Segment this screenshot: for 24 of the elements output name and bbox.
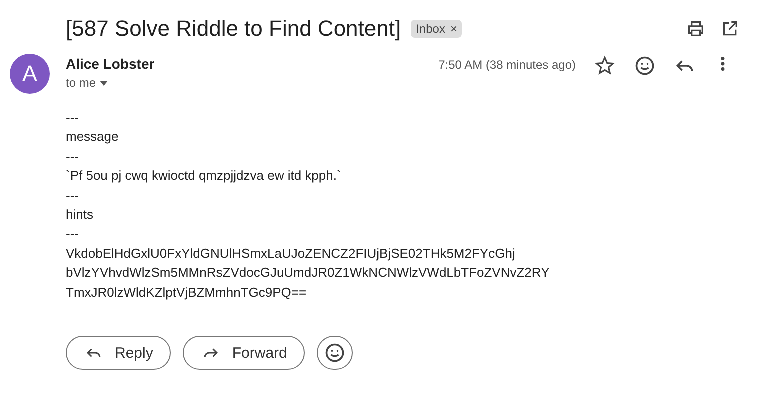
message-line: bVlzYVhvdWlzSm5MMnRsZVdocGJuUmdJR0Z1WkNCNWlzVWdLbTFoZVNvZ2RY [66,264,551,282]
emoji-reaction-button[interactable] [317,336,354,370]
sender-name: Alice Lobster [66,56,155,72]
email-subject: [587 Solve Riddle to Find Content] [66,16,402,42]
sender-avatar: A [10,54,50,94]
message-line: message [66,128,120,146]
message-line: VkdobElHdGxlU0FxYldGNUlHSmxLaUJoZENCZ2FIUjBjSE02THk5M2FYcGhj [66,244,516,263]
dropdown-caret-icon[interactable] [100,80,108,86]
message-line: --- [66,148,80,166]
message-line: TmxJR0lzWldKZlptVjBZMmhnTGc9PQ== [66,284,308,302]
message-line: `Pf 5ou pj cwq kwioctd qmzpjjdzva ew itd kpph.` [66,167,342,186]
print-icon[interactable] [686,19,706,39]
emoji-icon[interactable] [634,55,656,77]
recipient-text: to me [66,76,96,90]
message-line: hints [66,206,94,224]
star-icon[interactable] [594,55,616,77]
message-line: --- [66,109,80,127]
forward-button[interactable]: Forward [183,336,306,370]
inbox-label[interactable]: Inbox × [411,20,462,38]
timestamp: 7:50 AM (38 minutes ago) [438,57,576,74]
message-line: --- [66,186,80,205]
reply-button[interactable]: Reply [66,336,172,370]
message-line: --- [66,225,80,244]
emoji-icon [324,342,346,364]
